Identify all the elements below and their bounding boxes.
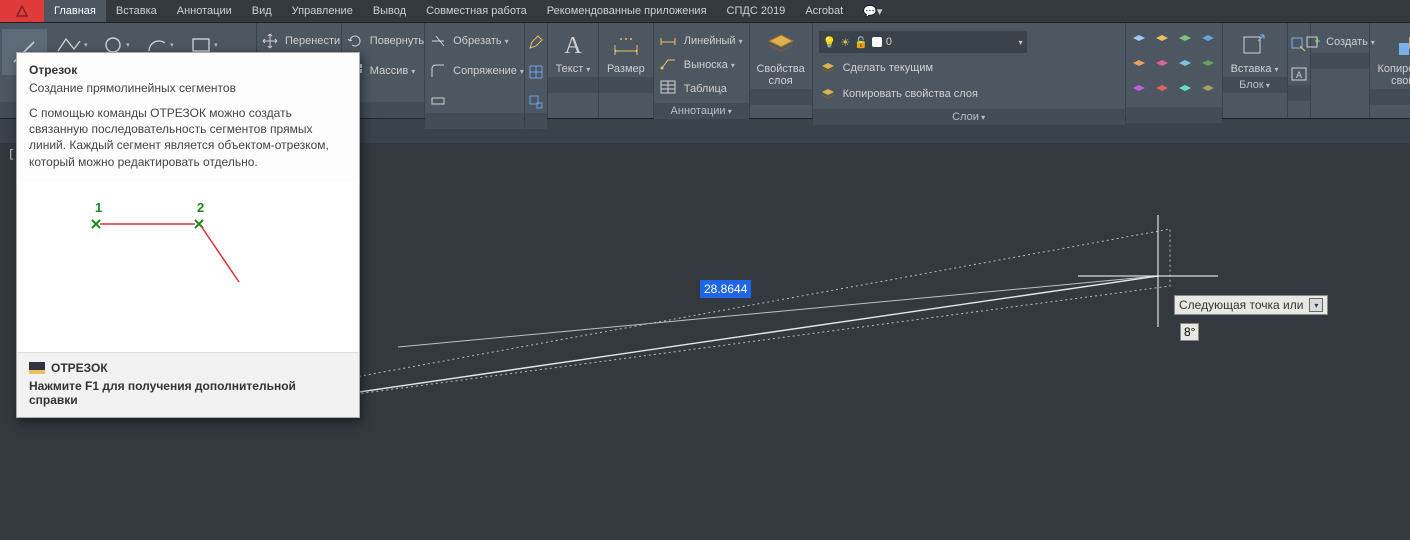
fillet-button[interactable]: Сопряжение — [429, 59, 524, 83]
menu-manage[interactable]: Управление — [282, 0, 363, 22]
panel-layer-props: Свойства слоя — [750, 23, 813, 118]
panel-annot: Линейный Выноска Таблица Аннотации — [654, 23, 750, 118]
layer-color-swatch — [872, 37, 882, 47]
menu-more-icon[interactable]: 💬▾ — [853, 0, 892, 22]
copy-props-button[interactable]: Копирование свойств — [1370, 27, 1410, 89]
dimension-icon — [610, 29, 642, 61]
menu-apps[interactable]: Рекомендованные приложения — [537, 0, 717, 22]
rotate-icon — [346, 32, 364, 50]
menu-view[interactable]: Вид — [242, 0, 282, 22]
menu-output[interactable]: Вывод — [363, 0, 416, 22]
prompt-text: Следующая точка или — [1179, 298, 1303, 312]
diagram-point-2-label: 2 — [197, 200, 204, 215]
tooltip-diagram: 1 2 — [17, 182, 359, 352]
text-button[interactable]: A Текст — [548, 27, 598, 77]
layer-tool-4[interactable] — [1199, 31, 1217, 49]
command-icon — [29, 362, 45, 374]
rotate-button[interactable]: Повернуть — [346, 29, 424, 53]
move-button[interactable]: Перенести — [261, 29, 341, 53]
linear-dim-button[interactable]: Линейный — [660, 31, 743, 51]
layer-tool-12[interactable] — [1199, 81, 1217, 99]
panel-text: A Текст — [548, 23, 599, 118]
menu-annotate[interactable]: Аннотации — [167, 0, 242, 22]
trim-icon — [429, 32, 447, 50]
insert-button[interactable]: Вставка — [1223, 27, 1287, 77]
dynamic-prompt[interactable]: Следующая точка или ▾ — [1174, 295, 1328, 315]
layers-stack-icon — [819, 59, 837, 77]
layer-tool-7[interactable] — [1176, 56, 1194, 74]
bulb-icon: 💡 — [823, 36, 837, 49]
tooltip-subtitle: Создание прямолинейных сегментов — [17, 77, 359, 105]
lock-icon: 🔓 — [854, 36, 868, 49]
menu-acrobat[interactable]: Acrobat — [795, 0, 853, 22]
panel-layer-tools — [1126, 23, 1223, 118]
copy-layer-icon — [819, 85, 837, 103]
menu-insert[interactable]: Вставка — [106, 0, 167, 22]
tooltip-footer: ОТРЕЗОК Нажмите F1 для получения дополни… — [17, 352, 359, 417]
panel-modify-3: Обрезать Сопряжение — [425, 23, 525, 118]
layer-tool-6[interactable] — [1153, 56, 1171, 74]
pencil-icon[interactable] — [525, 31, 547, 53]
panel-block: Вставка Блок — [1223, 23, 1288, 118]
menu-main[interactable]: Главная — [44, 0, 106, 22]
dynamic-length-input[interactable]: 28.8644 — [700, 280, 751, 298]
leader-button[interactable]: Выноска — [660, 55, 743, 75]
dimension-button[interactable]: Размер — [599, 27, 653, 77]
fillet-icon — [429, 62, 447, 80]
menubar: Главная Вставка Аннотации Вид Управление… — [0, 0, 1410, 23]
layer-tool-10[interactable] — [1153, 81, 1171, 99]
prompt-dropdown-icon[interactable]: ▾ — [1309, 298, 1323, 312]
layer-tool-8[interactable] — [1199, 56, 1217, 74]
table-icon — [660, 80, 678, 98]
panel-annot-title: Аннотации — [654, 103, 749, 119]
create-button[interactable]: Создать — [1304, 31, 1375, 53]
sun-icon: ☀ — [840, 36, 850, 49]
menu-spds[interactable]: СПДС 2019 — [717, 0, 796, 22]
layer-selector[interactable]: 💡 ☀ 🔓 0 ▾ — [819, 31, 1027, 53]
layer-tool-11[interactable] — [1176, 81, 1194, 99]
layer-props-icon — [765, 29, 797, 61]
panel-copy-props: Копирование свойств — [1370, 23, 1410, 118]
insert-icon — [1239, 29, 1271, 61]
dynamic-angle-readout: 8° — [1180, 323, 1199, 341]
tooltip-command: ОТРЕЗОК — [51, 361, 108, 375]
copy-layer-props-button[interactable]: Копировать свойства слоя — [819, 83, 1119, 105]
stretch-icon — [429, 92, 447, 110]
app-icon[interactable] — [0, 0, 44, 22]
move-icon — [261, 32, 279, 50]
menu-collab[interactable]: Совместная работа — [416, 0, 537, 22]
tooltip-card: Отрезок Создание прямолинейных сегментов… — [16, 52, 360, 418]
panel-create: Создать — [1311, 23, 1370, 118]
layer-tool-5[interactable] — [1130, 56, 1148, 74]
subscript-icon[interactable] — [525, 91, 547, 113]
panel-block-title: Блок — [1223, 77, 1287, 93]
make-current-button[interactable]: Сделать текущим — [819, 57, 1119, 79]
tooltip-description: С помощью команды ОТРЕЗОК можно создать … — [17, 105, 359, 182]
panel-layers-title: Слои — [813, 109, 1125, 125]
matchprop-icon — [1395, 29, 1410, 61]
tooltip-f1-hint: Нажмите F1 для получения дополнительной … — [29, 379, 347, 407]
svg-text:A: A — [1295, 70, 1301, 80]
panel-prop-icons — [525, 23, 548, 118]
block-attr-icon[interactable]: A — [1288, 63, 1310, 85]
grid-pen-icon[interactable] — [525, 61, 547, 83]
layer-name: 0 — [886, 36, 892, 48]
layer-tool-9[interactable] — [1130, 81, 1148, 99]
panel-dim: Размер — [599, 23, 654, 118]
create-icon — [1304, 33, 1322, 51]
trim-button[interactable]: Обрезать — [429, 29, 524, 53]
tooltip-title: Отрезок — [17, 53, 359, 77]
linear-dim-icon — [660, 32, 678, 50]
layer-tool-2[interactable] — [1153, 31, 1171, 49]
layer-tool-3[interactable] — [1176, 31, 1194, 49]
table-button[interactable]: Таблица — [660, 79, 743, 99]
leader-icon — [660, 56, 678, 74]
text-icon: A — [557, 29, 589, 61]
panel-layers: 💡 ☀ 🔓 0 ▾ Сделать текущим Копировать сво… — [813, 23, 1126, 118]
diagram-point-1-label: 1 — [95, 200, 102, 215]
stretch-button[interactable] — [429, 89, 524, 113]
layer-props-button[interactable]: Свойства слоя — [750, 27, 812, 89]
svg-text:A: A — [564, 33, 582, 59]
layer-tool-1[interactable] — [1130, 31, 1148, 49]
